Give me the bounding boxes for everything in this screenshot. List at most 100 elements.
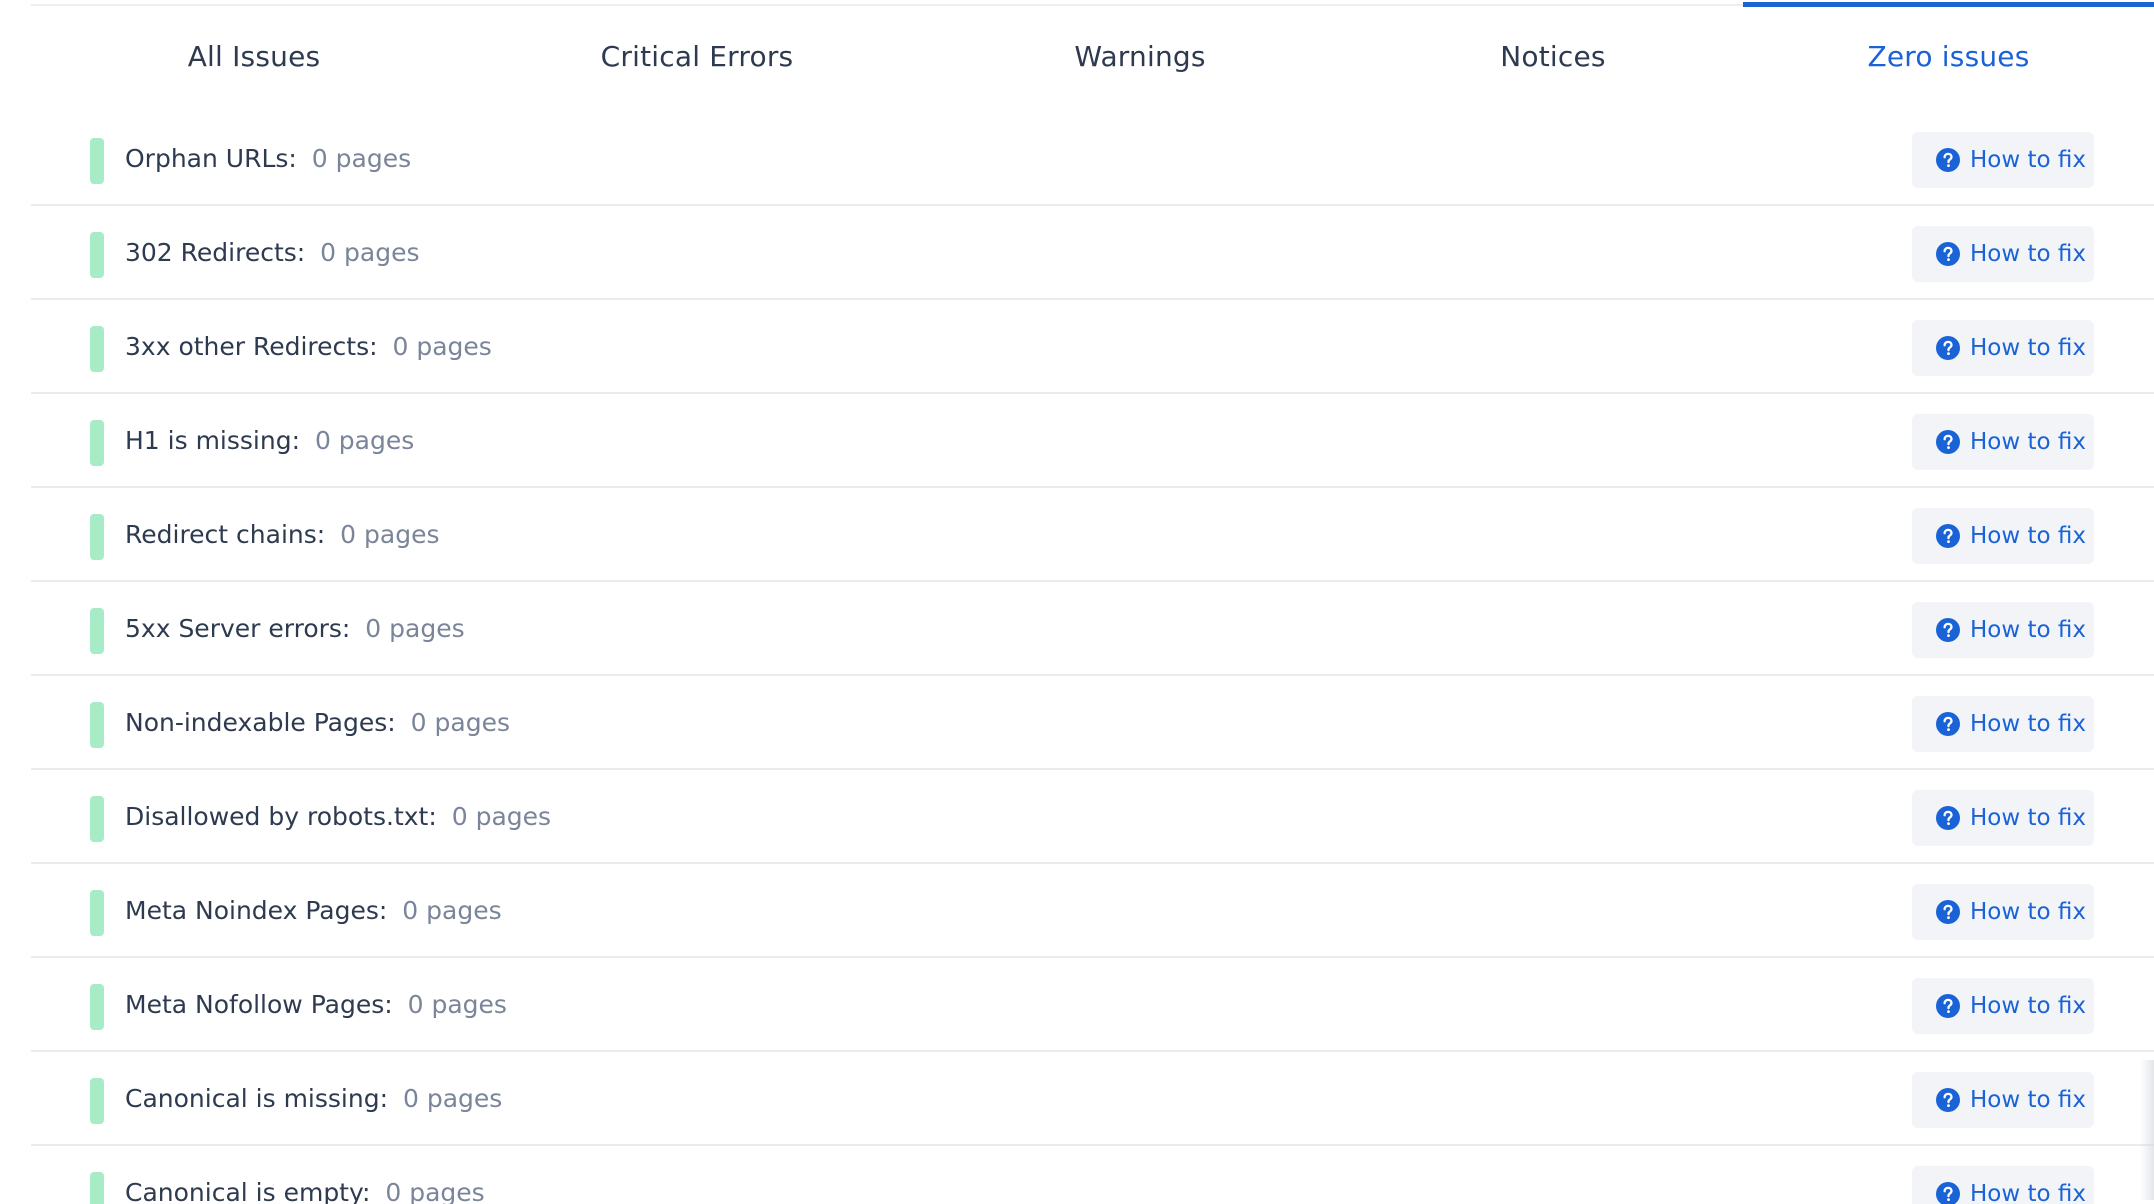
issue-row: Disallowed by robots.txt: 0 pages How to…: [31, 770, 2154, 864]
question-circle-icon: [1936, 242, 1960, 266]
status-indicator: [90, 232, 104, 278]
issue-count: 0 pages: [407, 990, 507, 1019]
issue-count: 0 pages: [402, 896, 502, 925]
how-to-fix-button[interactable]: How to fix: [1912, 884, 2094, 940]
issue-label: 3xx other Redirects:: [125, 332, 378, 361]
issue-count: 0 pages: [402, 1084, 503, 1113]
how-to-fix-button[interactable]: How to fix: [1912, 132, 2094, 188]
issue-row: 3xx other Redirects: 0 pages How to fix: [31, 300, 2154, 394]
status-indicator: [90, 1172, 104, 1204]
issue-text: Redirect chains: 0 pages: [125, 488, 439, 582]
issue-text: Meta Nofollow Pages: 0 pages: [125, 958, 507, 1052]
issue-label: Disallowed by robots.txt:: [125, 802, 437, 831]
question-circle-icon: [1936, 148, 1960, 172]
issues-list: Orphan URLs: 0 pages How to fix 302 Redi…: [31, 112, 2154, 1204]
how-to-fix-label: How to fix: [1970, 711, 2086, 737]
how-to-fix-label: How to fix: [1970, 241, 2086, 267]
issues-panel: All Issues Critical Errors Warnings Noti…: [31, 0, 2154, 1204]
issue-count: 0 pages: [365, 614, 465, 643]
question-circle-icon: [1936, 430, 1960, 454]
how-to-fix-button[interactable]: How to fix: [1912, 790, 2094, 846]
issue-text: 302 Redirects: 0 pages: [125, 206, 420, 300]
how-to-fix-label: How to fix: [1970, 523, 2086, 549]
issue-row: Redirect chains: 0 pages How to fix: [31, 488, 2154, 582]
status-indicator: [90, 890, 104, 936]
question-circle-icon: [1936, 1182, 1960, 1204]
tab-notices[interactable]: Notices: [1363, 4, 1743, 108]
how-to-fix-button[interactable]: How to fix: [1912, 1072, 2094, 1128]
issue-label: Meta Noindex Pages:: [125, 896, 388, 925]
question-circle-icon: [1936, 994, 1960, 1018]
how-to-fix-label: How to fix: [1970, 1181, 2086, 1204]
issue-label: 5xx Server errors:: [125, 614, 351, 643]
issue-row: H1 is missing: 0 pages How to fix: [31, 394, 2154, 488]
how-to-fix-label: How to fix: [1970, 1087, 2086, 1113]
how-to-fix-button[interactable]: How to fix: [1912, 602, 2094, 658]
issue-label: Redirect chains:: [125, 520, 326, 549]
issue-label: 302 Redirects:: [125, 238, 306, 267]
how-to-fix-label: How to fix: [1970, 899, 2086, 925]
question-circle-icon: [1936, 524, 1960, 548]
issue-label: Canonical is missing:: [125, 1084, 389, 1113]
issue-count: 0 pages: [410, 708, 510, 737]
status-indicator: [90, 984, 104, 1030]
how-to-fix-button[interactable]: How to fix: [1912, 696, 2094, 752]
issue-text: 5xx Server errors: 0 pages: [125, 582, 465, 676]
how-to-fix-label: How to fix: [1970, 429, 2086, 455]
question-circle-icon: [1936, 712, 1960, 736]
issue-label: H1 is missing:: [125, 426, 300, 455]
question-circle-icon: [1936, 806, 1960, 830]
how-to-fix-label: How to fix: [1970, 147, 2086, 173]
how-to-fix-label: How to fix: [1970, 335, 2086, 361]
tab-warnings[interactable]: Warnings: [917, 4, 1363, 108]
question-circle-icon: [1936, 336, 1960, 360]
issue-text: Canonical is missing: 0 pages: [125, 1052, 502, 1146]
issue-text: Non-indexable Pages: 0 pages: [125, 676, 510, 770]
status-indicator: [90, 608, 104, 654]
issue-count: 0 pages: [451, 802, 552, 831]
issue-row: Meta Nofollow Pages: 0 pages How to fix: [31, 958, 2154, 1052]
how-to-fix-button[interactable]: How to fix: [1912, 508, 2094, 564]
how-to-fix-label: How to fix: [1970, 617, 2086, 643]
tab-critical-errors[interactable]: Critical Errors: [477, 4, 917, 108]
question-circle-icon: [1936, 1088, 1960, 1112]
how-to-fix-button[interactable]: How to fix: [1912, 414, 2094, 470]
status-indicator: [90, 796, 104, 842]
issue-row: Canonical is empty: 0 pages How to fix: [31, 1146, 2154, 1204]
status-indicator: [90, 420, 104, 466]
issue-count: 0 pages: [320, 238, 420, 267]
issue-label: Meta Nofollow Pages:: [125, 990, 393, 1019]
question-circle-icon: [1936, 618, 1960, 642]
status-indicator: [90, 326, 104, 372]
issue-label: Canonical is empty:: [125, 1178, 371, 1204]
issue-text: Disallowed by robots.txt: 0 pages: [125, 770, 551, 864]
issue-row: Non-indexable Pages: 0 pages How to fix: [31, 676, 2154, 770]
how-to-fix-button[interactable]: How to fix: [1912, 978, 2094, 1034]
issue-count: 0 pages: [314, 426, 415, 455]
how-to-fix-button[interactable]: How to fix: [1912, 226, 2094, 282]
how-to-fix-label: How to fix: [1970, 993, 2086, 1019]
status-indicator: [90, 702, 104, 748]
question-circle-icon: [1936, 900, 1960, 924]
status-indicator: [90, 514, 104, 560]
status-indicator: [90, 138, 104, 184]
how-to-fix-button[interactable]: How to fix: [1912, 320, 2094, 376]
tab-all-issues[interactable]: All Issues: [31, 4, 477, 108]
issue-row: 5xx Server errors: 0 pages How to fix: [31, 582, 2154, 676]
tab-zero-issues[interactable]: Zero issues: [1743, 2, 2154, 106]
issue-text: H1 is missing: 0 pages: [125, 394, 414, 488]
how-to-fix-button[interactable]: How to fix: [1912, 1166, 2094, 1204]
status-indicator: [90, 1078, 104, 1124]
issue-count: 0 pages: [392, 332, 492, 361]
issue-text: Meta Noindex Pages: 0 pages: [125, 864, 502, 958]
issue-label: Non-indexable Pages:: [125, 708, 396, 737]
issue-count: 0 pages: [340, 520, 440, 549]
issue-row: Canonical is missing: 0 pages How to fix: [31, 1052, 2154, 1146]
issue-text: Canonical is empty: 0 pages: [125, 1146, 485, 1204]
issue-count: 0 pages: [311, 144, 412, 173]
issue-row: Orphan URLs: 0 pages How to fix: [31, 112, 2154, 206]
scroll-shadow: [2140, 1060, 2154, 1200]
issue-row: Meta Noindex Pages: 0 pages How to fix: [31, 864, 2154, 958]
issue-label: Orphan URLs:: [125, 144, 297, 173]
issue-text: 3xx other Redirects: 0 pages: [125, 300, 492, 394]
